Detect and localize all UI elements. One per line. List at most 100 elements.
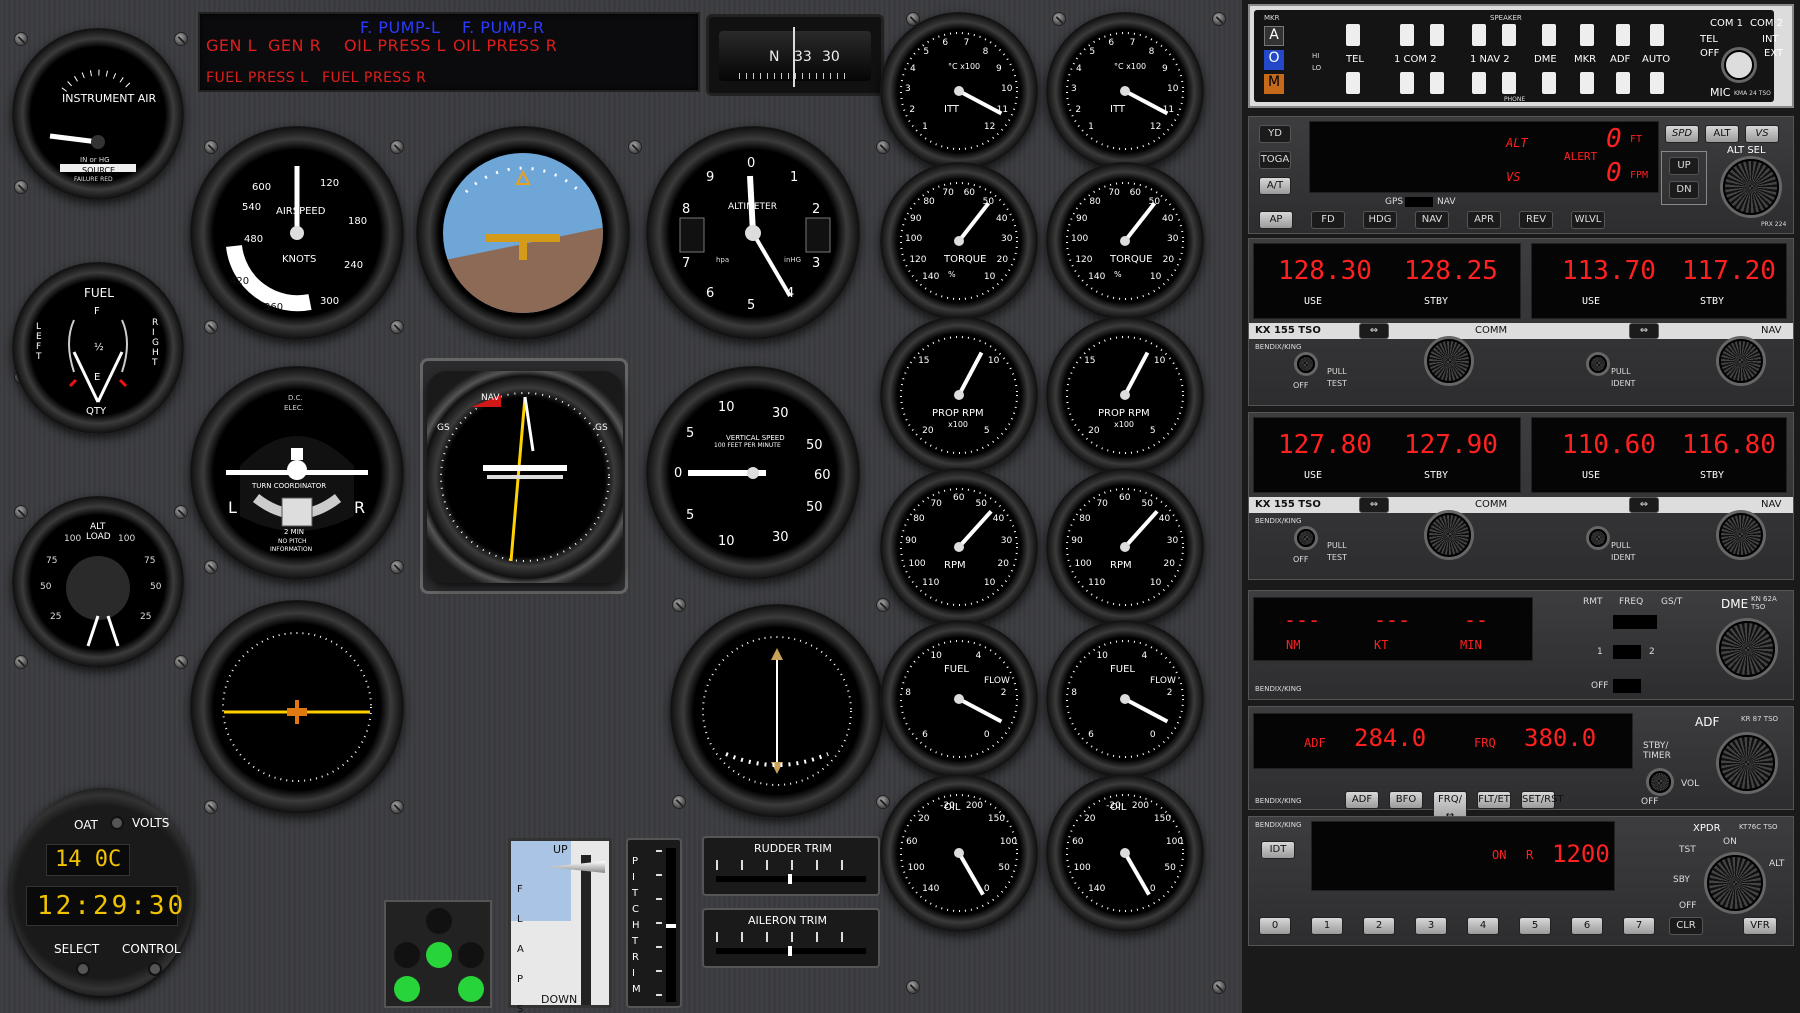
xpdr-key-6[interactable]: 6: [1571, 917, 1603, 935]
alt-button[interactable]: ALT: [1705, 125, 1739, 143]
dme-channel-switch[interactable]: [1613, 645, 1641, 659]
vsi-tick: 30: [772, 530, 789, 545]
ff-gauge-left: FUEL FLOW 6 8 10 4 2 0: [880, 620, 1038, 778]
xpdr-key-0[interactable]: 0: [1259, 917, 1291, 935]
nav-volume-knob[interactable]: [1589, 355, 1607, 373]
dme-panel: --- --- -- NM KT MIN RMT FREQ GS/T 1 2 O…: [1248, 590, 1794, 700]
radio-test: TEST: [1327, 379, 1347, 388]
dme-knob[interactable]: [1719, 621, 1775, 677]
audio-toggle-switch[interactable]: [1542, 72, 1556, 94]
nav-frequency-knob[interactable]: [1719, 339, 1763, 383]
yd-button[interactable]: YD: [1259, 125, 1291, 143]
oat-volts-toggle[interactable]: [110, 816, 124, 830]
at-button[interactable]: A/T: [1259, 177, 1291, 195]
com-stby-freq: 128.25: [1404, 256, 1498, 286]
alt-load-tick: 50: [150, 582, 162, 592]
ap-fd-button[interactable]: FD: [1311, 211, 1345, 229]
xpdr-key-5[interactable]: 5: [1519, 917, 1551, 935]
audio-toggle-switch[interactable]: [1542, 24, 1556, 46]
adf-button-0[interactable]: ADF: [1345, 791, 1379, 809]
audio-toggle-switch[interactable]: [1400, 24, 1414, 46]
audio-toggle-switch[interactable]: [1502, 72, 1516, 94]
xpdr-mode-knob[interactable]: [1707, 855, 1763, 911]
torque-tick: 60: [1129, 188, 1142, 199]
ff-tick: 0: [1149, 729, 1156, 740]
pitch-trim-pointer[interactable]: [666, 924, 676, 928]
rpm-gauge-right: RPM 110 100 90 80 70 60 50 40 30 20 10: [1046, 468, 1204, 626]
control-button[interactable]: [148, 962, 162, 976]
xpdr-key-4[interactable]: 4: [1467, 917, 1499, 935]
vsi-tick: 5: [686, 426, 695, 441]
xpdr-key-1[interactable]: 1: [1311, 917, 1343, 935]
gps-nav-switch[interactable]: [1405, 197, 1433, 207]
toga-button[interactable]: TOGA: [1259, 151, 1291, 169]
adf-knob[interactable]: [1719, 735, 1775, 791]
audio-toggle-switch[interactable]: [1616, 72, 1630, 94]
annunciator-fpump-l: F. PUMP-L: [360, 18, 441, 37]
audio-toggle-switch[interactable]: [1346, 72, 1360, 94]
adf-button-1[interactable]: BFO: [1389, 791, 1423, 809]
audio-toggle-switch[interactable]: [1430, 72, 1444, 94]
xpdr-key-7[interactable]: 7: [1623, 917, 1655, 935]
vfr-button[interactable]: VFR: [1743, 917, 1777, 935]
ff-tick: 2: [1000, 687, 1007, 698]
select-button[interactable]: [76, 962, 90, 976]
ap-hdg-button[interactable]: HDG: [1363, 211, 1397, 229]
adf-vol-knob[interactable]: [1649, 771, 1671, 793]
up-button[interactable]: UP: [1669, 157, 1699, 175]
airspeed-tick: 420: [230, 276, 250, 287]
dme-power-switch[interactable]: [1613, 679, 1641, 693]
instrument-air-gauge: INSTRUMENT AIR IN or HG SOURCE FAILURE R…: [12, 28, 184, 200]
alt-sel-knob[interactable]: [1723, 159, 1779, 215]
audio-toggle-switch[interactable]: [1502, 24, 1516, 46]
idt-button[interactable]: IDT: [1261, 841, 1295, 859]
vs-button[interactable]: VS: [1745, 125, 1779, 143]
xpdr-key-2[interactable]: 2: [1363, 917, 1395, 935]
ap-nav-label: NAV: [1437, 197, 1456, 207]
com-volume-knob[interactable]: [1297, 529, 1315, 547]
ap-nav-button[interactable]: NAV: [1415, 211, 1449, 229]
audio-toggle-switch[interactable]: [1472, 72, 1486, 94]
audio-toggle-switch[interactable]: [1650, 72, 1664, 94]
rpm-tick: 90: [905, 535, 917, 546]
ap-apr-button[interactable]: APR: [1467, 211, 1501, 229]
audio-toggle-switch[interactable]: [1580, 72, 1594, 94]
audio-toggle-switch[interactable]: [1472, 24, 1486, 46]
rpm-tick: 70: [1096, 498, 1108, 509]
oil-tick: 50: [998, 862, 1010, 873]
nav-flip-flop-button[interactable]: ⇔: [1629, 497, 1659, 513]
adf-button-4[interactable]: SET/RST: [1521, 791, 1564, 809]
nav-flip-flop-button[interactable]: ⇔: [1629, 323, 1659, 339]
audio-com: 1 COM 2: [1394, 54, 1437, 65]
audio-toggle-switch[interactable]: [1616, 24, 1630, 46]
com-volume-knob[interactable]: [1297, 355, 1315, 373]
audio-toggle-switch[interactable]: [1400, 72, 1414, 94]
ap-wlvl-button[interactable]: WLVL: [1571, 211, 1605, 229]
audio-toggle-switch[interactable]: [1580, 24, 1594, 46]
spd-button[interactable]: SPD: [1665, 125, 1699, 143]
clr-button[interactable]: CLR: [1669, 917, 1703, 935]
hsi: NAV GS GS: [427, 371, 623, 583]
aileron-trim-pointer[interactable]: [788, 946, 792, 956]
transponder-panel: BENDIX/KING IDT ON R 1200 XPDR KT76C TSO…: [1248, 816, 1794, 946]
nav-frequency-knob[interactable]: [1719, 513, 1763, 557]
xpdr-key-3[interactable]: 3: [1415, 917, 1447, 935]
adf-button-3[interactable]: FLT/ET: [1477, 791, 1511, 809]
dme-mode-switch[interactable]: [1613, 615, 1657, 629]
com-frequency-knob[interactable]: [1427, 339, 1471, 383]
audio-toggle-switch[interactable]: [1346, 24, 1360, 46]
instrument-air-fail: FAILURE RED: [74, 176, 113, 183]
audio-selector-knob[interactable]: [1724, 50, 1754, 80]
rudder-trim-pointer[interactable]: [788, 874, 792, 884]
dme-1: 1: [1597, 647, 1603, 657]
com-frequency-knob[interactable]: [1427, 513, 1471, 557]
ap-rev-button[interactable]: REV: [1519, 211, 1553, 229]
com-flip-flop-button[interactable]: ⇔: [1359, 497, 1389, 513]
audio-toggle-switch[interactable]: [1430, 24, 1444, 46]
nav-volume-knob[interactable]: [1589, 529, 1607, 547]
dn-button[interactable]: DN: [1669, 181, 1699, 199]
audio-toggle-switch[interactable]: [1650, 24, 1664, 46]
prop-unit: x100: [948, 420, 969, 429]
com-flip-flop-button[interactable]: ⇔: [1359, 323, 1389, 339]
ap-ap-button[interactable]: AP: [1259, 211, 1293, 229]
